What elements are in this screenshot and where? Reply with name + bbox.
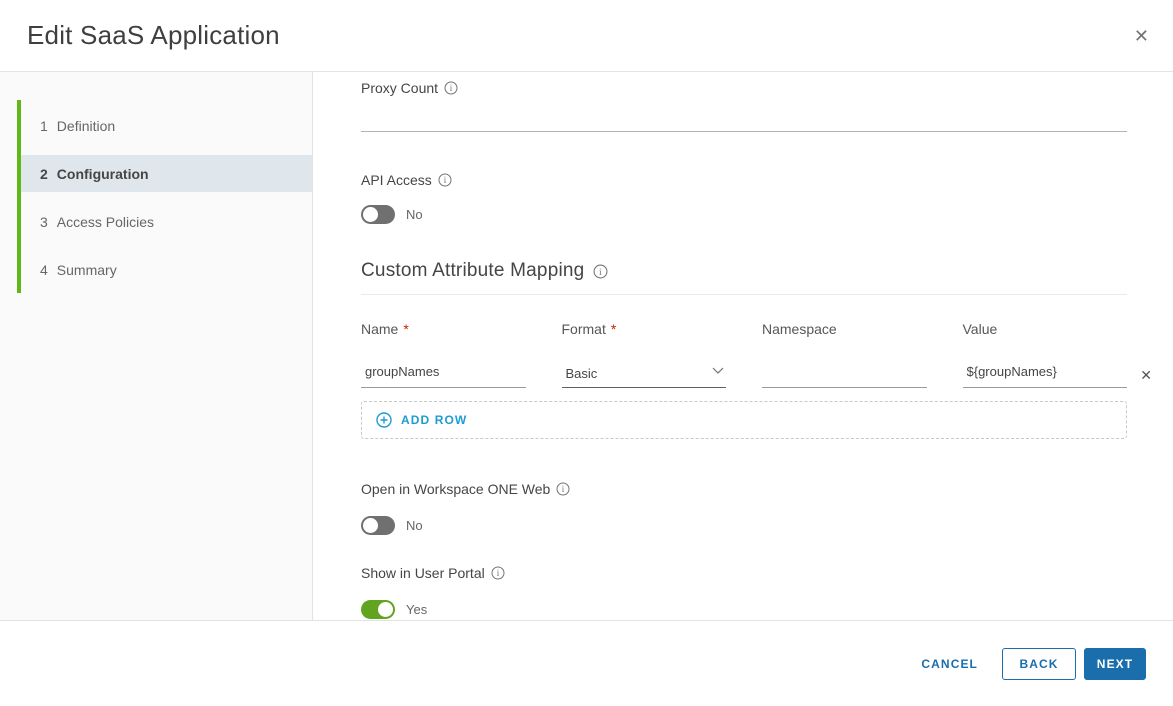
dialog-header: Edit SaaS Application ✕	[0, 0, 1173, 72]
open-in-web-label-row: Open in Workspace ONE Web i	[361, 481, 1127, 497]
show-in-portal-toggle[interactable]	[361, 600, 395, 619]
info-icon[interactable]: i	[438, 173, 452, 187]
toggle-knob	[378, 602, 393, 617]
step-label: Summary	[57, 262, 117, 278]
show-in-portal-label: Show in User Portal	[361, 565, 485, 581]
svg-text:i: i	[450, 83, 453, 93]
column-header-name: Name*	[361, 321, 526, 337]
mapping-row: Basic ✕	[361, 361, 1127, 388]
column-header-value: Value	[963, 321, 1128, 337]
remove-row-icon[interactable]: ✕	[1140, 368, 1152, 382]
step-label: Definition	[57, 118, 115, 134]
api-access-label: API Access	[361, 172, 432, 188]
dialog-body: 1 Definition 2 Configuration 3 Access Po…	[0, 72, 1173, 620]
required-marker: *	[611, 321, 616, 337]
mapping-name-input[interactable]	[361, 361, 526, 388]
step-label: Configuration	[57, 166, 149, 182]
section-divider	[361, 294, 1127, 295]
api-access-toggle[interactable]	[361, 205, 395, 224]
step-definition[interactable]: 1 Definition	[21, 107, 312, 144]
step-number: 1	[40, 118, 48, 134]
configuration-form: Proxy Count i API Access i No Custom Att…	[313, 72, 1173, 620]
svg-text:i: i	[599, 266, 602, 277]
add-row-label: ADD ROW	[401, 413, 467, 427]
info-icon[interactable]: i	[556, 482, 570, 496]
show-in-portal-toggle-row: Yes	[361, 600, 1127, 619]
wizard-progress-bar	[17, 100, 21, 293]
step-label: Access Policies	[57, 214, 154, 230]
mapping-column-headers: Name* Format* Namespace Value	[361, 321, 1127, 337]
open-in-web-toggle-row: No	[361, 516, 1127, 535]
section-title: Custom Attribute Mapping	[361, 260, 584, 282]
step-configuration[interactable]: 2 Configuration	[21, 155, 312, 192]
mapping-namespace-input[interactable]	[762, 361, 927, 388]
api-access-toggle-row: No	[361, 205, 1127, 224]
proxy-count-label-row: Proxy Count i	[361, 80, 1127, 96]
step-number: 3	[40, 214, 48, 230]
dialog-title: Edit SaaS Application	[27, 20, 280, 51]
open-in-web-label: Open in Workspace ONE Web	[361, 481, 550, 497]
api-access-state: No	[406, 207, 423, 222]
open-in-web-state: No	[406, 518, 423, 533]
back-button[interactable]: BACK	[1002, 648, 1076, 680]
mapping-value-input[interactable]	[963, 361, 1128, 388]
plus-circle-icon	[376, 412, 392, 428]
step-summary[interactable]: 4 Summary	[21, 251, 312, 288]
wizard-steps: 1 Definition 2 Configuration 3 Access Po…	[0, 107, 312, 288]
edit-saas-application-dialog: Edit SaaS Application ✕ 1 Definition 2 C…	[0, 0, 1173, 706]
svg-text:i: i	[562, 484, 565, 494]
info-icon[interactable]: i	[444, 81, 458, 95]
proxy-count-input[interactable]	[361, 110, 1127, 132]
svg-text:i: i	[444, 175, 447, 185]
step-number: 2	[40, 166, 48, 182]
required-marker: *	[403, 321, 408, 337]
api-access-label-row: API Access i	[361, 172, 1127, 188]
column-header-namespace: Namespace	[762, 321, 927, 337]
chevron-down-icon	[712, 361, 724, 379]
custom-attribute-mapping-heading: Custom Attribute Mapping i	[361, 260, 1127, 282]
toggle-knob	[363, 518, 378, 533]
open-in-web-toggle[interactable]	[361, 516, 395, 535]
svg-text:i: i	[496, 568, 499, 578]
add-row-button[interactable]: ADD ROW	[361, 401, 1127, 439]
column-header-format: Format*	[562, 321, 727, 337]
show-in-portal-state: Yes	[406, 602, 427, 617]
step-access-policies[interactable]: 3 Access Policies	[21, 203, 312, 240]
info-icon[interactable]: i	[593, 264, 608, 279]
wizard-sidebar: 1 Definition 2 Configuration 3 Access Po…	[0, 72, 313, 620]
next-button[interactable]: NEXT	[1084, 648, 1146, 680]
cancel-button[interactable]: CANCEL	[917, 648, 982, 680]
show-in-portal-label-row: Show in User Portal i	[361, 565, 1127, 581]
step-number: 4	[40, 262, 48, 278]
close-icon[interactable]: ✕	[1126, 21, 1157, 51]
toggle-knob	[363, 207, 378, 222]
proxy-count-label: Proxy Count	[361, 80, 438, 96]
dialog-footer: CANCEL BACK NEXT	[0, 620, 1173, 706]
selected-format: Basic	[562, 366, 598, 387]
info-icon[interactable]: i	[491, 566, 505, 580]
mapping-format-select[interactable]: Basic	[562, 361, 727, 388]
